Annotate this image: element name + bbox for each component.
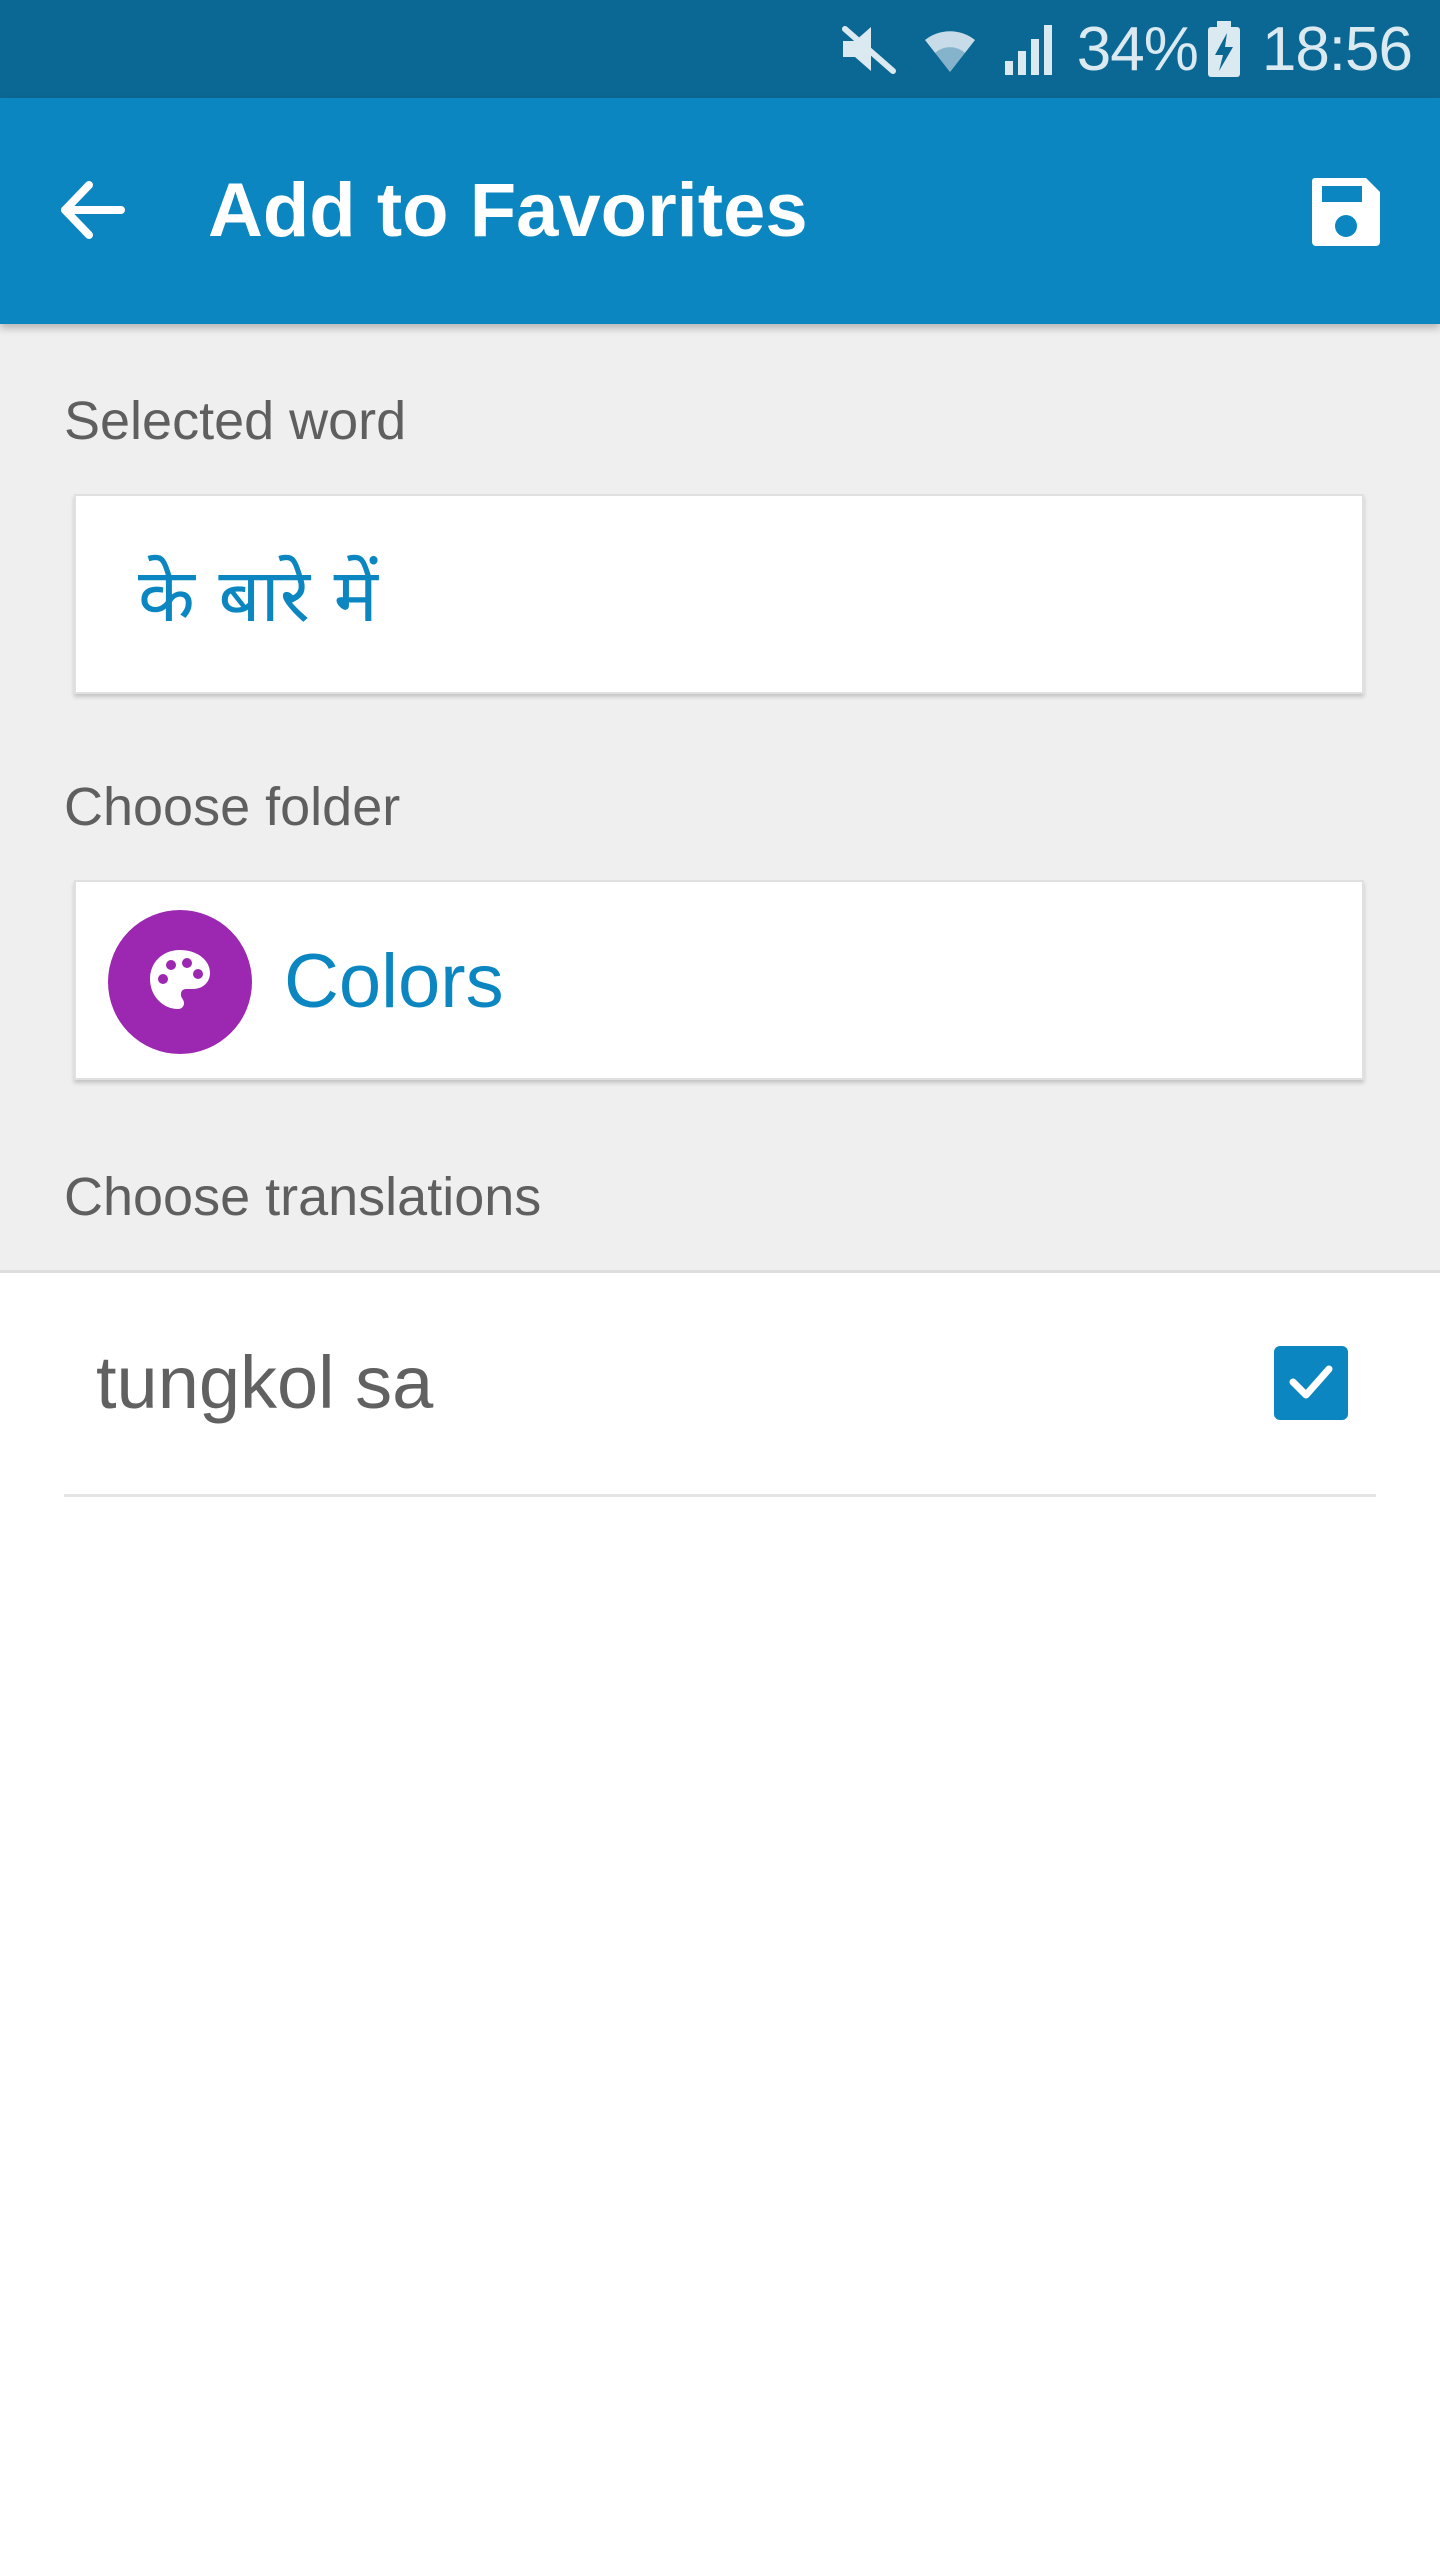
checkmark-icon <box>1283 1353 1339 1414</box>
save-icon <box>1308 174 1384 255</box>
app-bar: Add to Favorites <box>0 98 1440 324</box>
selected-word-field[interactable]: के बारे में <box>74 494 1364 694</box>
folder-avatar <box>108 910 252 1054</box>
clock: 18:56 <box>1261 14 1413 84</box>
choose-folder-label: Choose folder <box>64 777 401 837</box>
signal-icon <box>1001 19 1057 79</box>
translation-item[interactable]: tungkol sa <box>64 1272 1376 1497</box>
back-button[interactable] <box>50 170 134 254</box>
folder-selector[interactable]: Colors <box>74 880 1364 1080</box>
mute-icon <box>839 19 899 79</box>
palette-icon <box>145 945 215 1020</box>
save-button[interactable] <box>1306 174 1386 254</box>
status-bar: 34% 18:56 <box>0 0 1440 98</box>
page-title: Add to Favorites <box>208 168 808 253</box>
folder-name: Colors <box>284 939 504 1024</box>
wifi-icon <box>921 19 979 79</box>
favorite-form: Selected word के बारे में Choose folder … <box>0 324 1440 1273</box>
choose-translations-label: Choose translations <box>64 1167 542 1227</box>
selected-word-value: के बारे में <box>138 553 378 639</box>
translation-checkbox[interactable] <box>1274 1346 1348 1420</box>
battery-percent: 34% <box>1076 14 1199 84</box>
selected-word-label: Selected word <box>64 391 407 451</box>
translation-text: tungkol sa <box>96 1341 434 1424</box>
battery-charging-icon <box>1206 19 1242 79</box>
arrow-back-icon <box>57 175 127 250</box>
